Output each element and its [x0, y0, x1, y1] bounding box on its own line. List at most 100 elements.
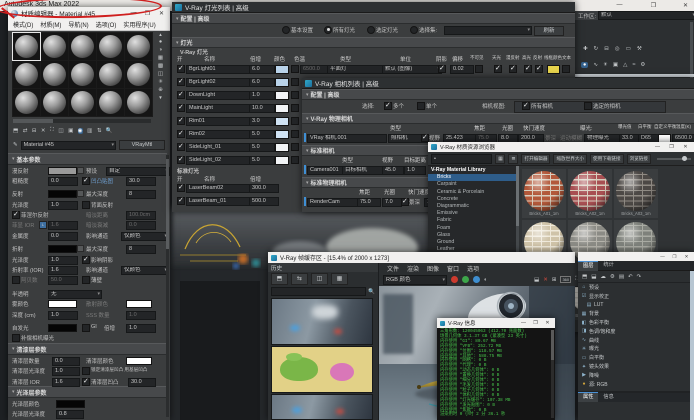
options-icon[interactable]: ⊕ [158, 87, 163, 93]
light-color-swatch[interactable] [275, 65, 289, 74]
scroll-down-icon[interactable]: ▼ [158, 95, 162, 100]
fog-swatch[interactable] [48, 300, 77, 308]
dim-fall-value[interactable]: 0.0 [126, 221, 156, 230]
category-item[interactable]: Ground [428, 239, 516, 246]
fb-menu-render[interactable]: 渲染 [407, 264, 419, 273]
cameras-category-icon[interactable]: ▣ [613, 62, 618, 68]
layer-item[interactable]: ▤LUT [578, 301, 694, 310]
workspace-select[interactable]: 默认 [598, 11, 694, 20]
asset-browser-titlebar[interactable]: V-Ray 材质资源浏览器 — ❐ ✕ [428, 142, 694, 152]
backlight-icon[interactable]: ◑ [159, 47, 162, 53]
undo-icon[interactable]: ↶ [628, 274, 633, 280]
light-text-checkbox[interactable] [562, 65, 570, 73]
eyedropper-icon[interactable]: ✎ [13, 142, 18, 148]
light-name-field[interactable]: SideLight_02 [186, 156, 250, 165]
light-name-field[interactable]: MainLight [186, 104, 250, 113]
lp-close-button[interactable]: ✕ [682, 254, 691, 260]
target-value[interactable]: 1.0 [404, 166, 426, 175]
alpha-channel-toggle[interactable]: ◐ [484, 277, 487, 283]
light-on-checkbox[interactable] [177, 65, 185, 73]
shapes-category-icon[interactable]: ∿ [593, 62, 598, 68]
light-temp-checkbox[interactable] [291, 130, 299, 138]
make-copy-icon[interactable]: ⛶ [50, 127, 54, 134]
modify-tab-icon[interactable]: ↻ [594, 46, 599, 52]
radio-selection-set[interactable] [410, 26, 418, 34]
reflect-swatch[interactable] [48, 190, 77, 198]
layer-item[interactable]: ▭白平衡 [578, 353, 694, 362]
layer-item[interactable]: ●源: RGB [578, 380, 694, 389]
light-mult-field[interactable]: 6.0 [249, 65, 275, 74]
camera-lister-titlebar[interactable]: V-Ray 相机列表 | 高级 [302, 78, 694, 89]
affect-shadow-checkbox[interactable] [82, 256, 90, 264]
single-checkbox[interactable] [417, 102, 425, 110]
affect-select[interactable]: 仅颜色 [121, 232, 169, 241]
dim-dist-value[interactable]: 100.0cm [126, 211, 156, 220]
asset-search-input[interactable]: • [431, 154, 492, 164]
light-color-swatch[interactable] [275, 91, 289, 100]
refract-swatch[interactable] [48, 245, 77, 253]
light-color-swatch[interactable] [275, 78, 289, 87]
show-end-result-icon[interactable]: ▥ [87, 128, 92, 134]
radio-selected-lights[interactable] [367, 26, 375, 34]
light-mult-field[interactable]: 1.0 [249, 91, 275, 100]
history-compare-horizontal-icon[interactable]: ⇆ [291, 273, 308, 285]
light-units-select[interactable]: 默认 (图像) [382, 65, 442, 74]
selfillum-swatch[interactable] [48, 324, 77, 332]
pick-material-icon[interactable]: 🔍 [106, 128, 113, 134]
coat-amount-value[interactable]: 0.0 [52, 357, 80, 366]
focal-value[interactable]: 75.0 [357, 198, 381, 207]
light-mult-field[interactable]: 5.0 [249, 143, 275, 152]
maxdepth-value[interactable]: 8 [126, 190, 156, 199]
category-item[interactable]: Diagrammatic [428, 203, 516, 210]
material-id-icon[interactable]: ▣ [68, 128, 73, 134]
light-specular-checkbox[interactable] [524, 65, 532, 73]
all-cams-checkbox[interactable] [522, 102, 530, 110]
assign-material-icon[interactable]: ⊟ [32, 128, 37, 134]
layers-panel-scrollbar[interactable] [690, 271, 694, 420]
refract-map-button[interactable] [77, 245, 84, 252]
max-maximize-button[interactable]: ❐ [648, 2, 659, 9]
light-color-swatch[interactable] [275, 117, 289, 126]
ab-maximize-button[interactable]: ❐ [666, 144, 677, 150]
light-color-swatch[interactable] [275, 104, 289, 113]
history-clear-icon[interactable]: ▦ [331, 273, 348, 285]
background-icon[interactable]: ▦ [158, 55, 163, 61]
grid-view-icon[interactable]: ▦ [495, 154, 505, 164]
layer-item[interactable]: ◧色彩平衡 [578, 318, 694, 327]
material-type-button[interactable]: VRayMtl [119, 140, 165, 150]
material-sample-slot[interactable] [69, 89, 96, 116]
material-tile[interactable]: Bricks_A03_1m [614, 169, 658, 218]
history-thumbnail[interactable] [271, 394, 373, 420]
duplicate-layer-icon[interactable]: ⬓ [591, 274, 596, 280]
region-render-icon[interactable]: ⊞ [552, 277, 557, 283]
spacewarps-category-icon[interactable]: ≈ [632, 62, 635, 68]
light-type-select[interactable]: 平面灯 [327, 65, 387, 74]
gloss2-value[interactable]: 1.0 [48, 256, 78, 265]
light-name-field[interactable]: DownLight [186, 91, 250, 100]
layer-item[interactable]: ⌂预设 [578, 283, 694, 292]
light-color-swatch[interactable] [275, 143, 289, 152]
dof-checkbox[interactable] [401, 198, 409, 206]
thumbnail-size-slider[interactable] [657, 158, 691, 160]
light-name-field[interactable]: Rim02 [186, 130, 250, 139]
light-on-checkbox[interactable] [177, 143, 185, 151]
fov-value[interactable]: 45.0 [382, 166, 404, 175]
light-mult-field[interactable]: 3.0 [249, 117, 275, 126]
create-tab-icon[interactable]: ✚ [583, 46, 588, 52]
category-item[interactable]: Bricks [428, 174, 516, 181]
vr-view-icon[interactable]: 360 [560, 276, 571, 283]
ab-open-editor-button[interactable]: 打开编辑器 [521, 154, 550, 164]
light-name-field[interactable]: BgrLight02 [186, 78, 250, 87]
gloss-value[interactable]: 1.0 [48, 201, 78, 210]
fb-menu-options[interactable]: 选项 [467, 264, 479, 273]
ll-config-rollout[interactable]: ▾配置 | 高级 [172, 13, 575, 24]
history-search-input[interactable] [271, 287, 366, 296]
red-channel-toggle[interactable] [451, 276, 458, 283]
category-item[interactable]: Fabric [428, 217, 516, 224]
category-item[interactable]: Carpaint [428, 181, 516, 188]
material-sample-slot[interactable] [97, 61, 124, 88]
fb-menu-image[interactable]: 图像 [427, 264, 439, 273]
clear-image-icon[interactable]: ✕ [543, 277, 548, 283]
material-sample-slot[interactable] [41, 89, 68, 116]
light-skylight-checkbox[interactable] [494, 65, 502, 73]
